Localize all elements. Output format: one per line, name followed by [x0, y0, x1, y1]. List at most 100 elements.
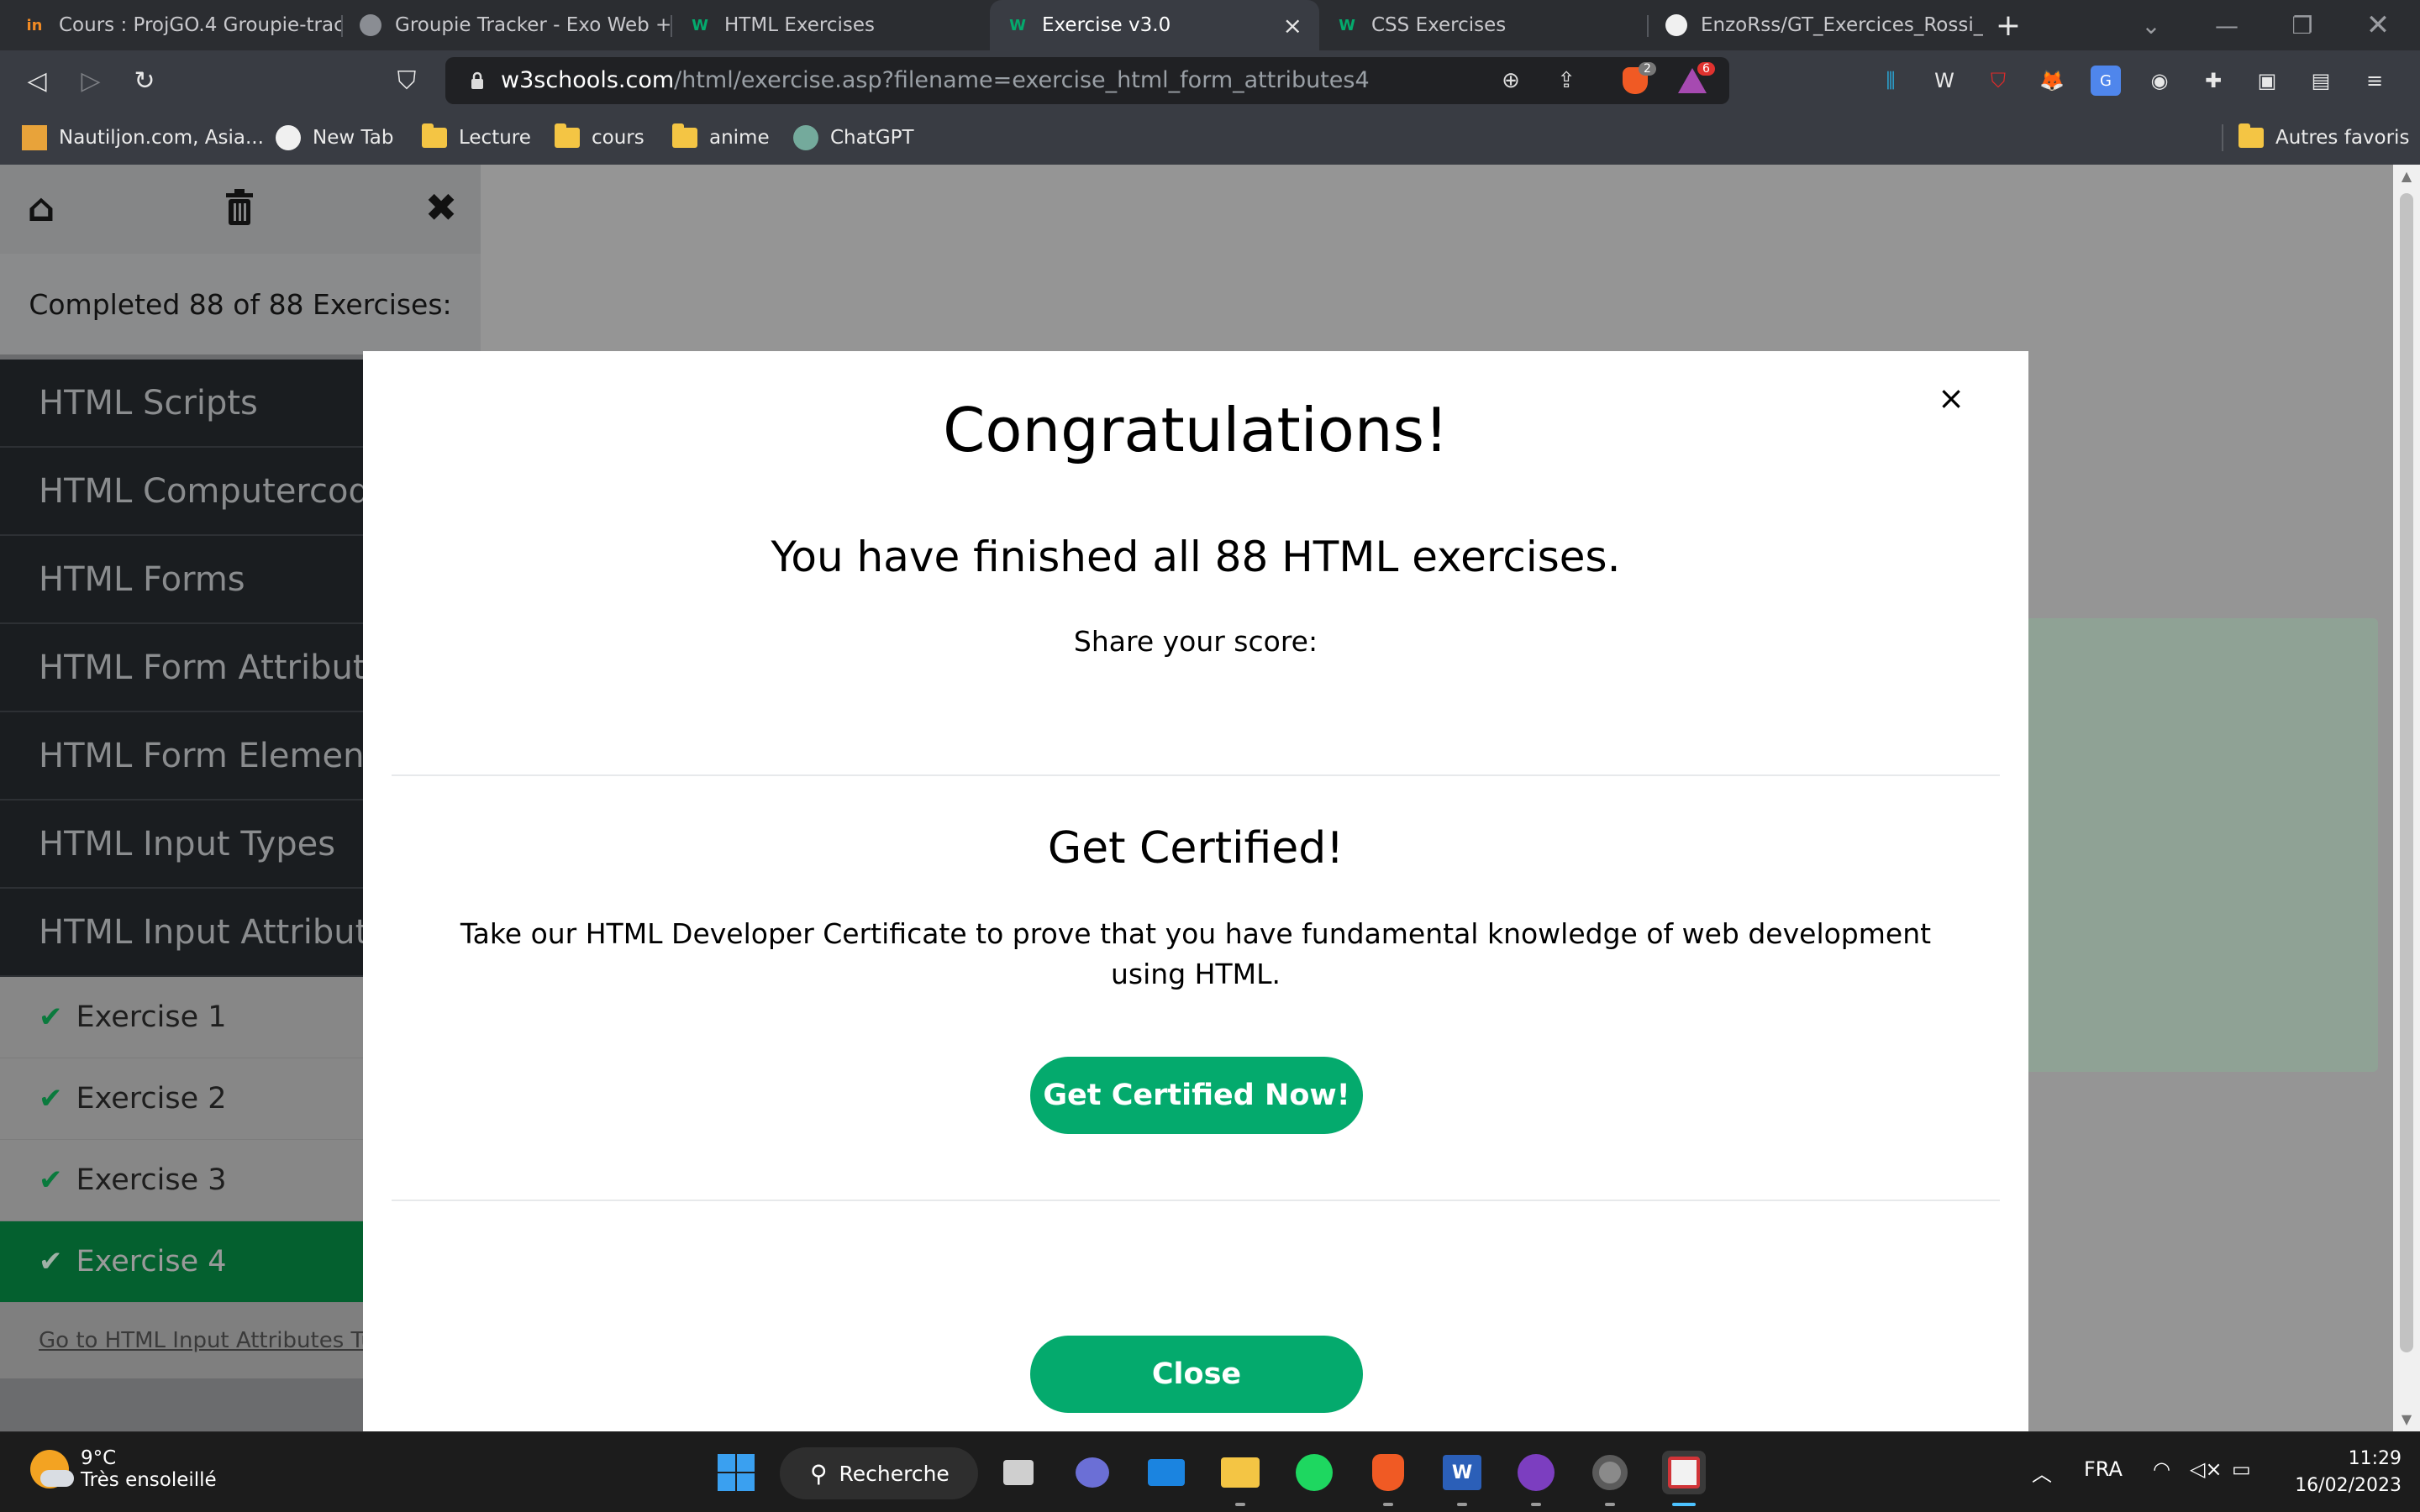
mail-icon[interactable]: [1144, 1451, 1188, 1494]
zoom-icon[interactable]: ⊕: [1496, 66, 1526, 96]
close-sidebar-icon[interactable]: ✖: [418, 185, 464, 230]
task-view-icon[interactable]: [997, 1451, 1040, 1494]
extension-bars-icon[interactable]: ⫼: [1876, 66, 1906, 96]
search-icon: ⚲: [810, 1459, 828, 1488]
modal-divider: [392, 774, 2000, 776]
settings-gear-icon[interactable]: [1588, 1451, 1632, 1494]
lock-icon: [471, 71, 483, 89]
windows-start-icon[interactable]: [714, 1451, 758, 1494]
bookmark-nautiljon[interactable]: Nautiljon.com, Asia...: [22, 123, 264, 153]
close-button[interactable]: Close: [1030, 1336, 1363, 1413]
taskbar-search[interactable]: ⚲ Recherche: [780, 1447, 978, 1499]
scroll-up-icon[interactable]: ▲: [2393, 168, 2420, 184]
running-indicator: [1235, 1503, 1245, 1506]
sidebar-toggle-icon[interactable]: ▣: [2252, 66, 2282, 96]
google-translate-icon[interactable]: G: [2091, 66, 2121, 96]
word-icon[interactable]: W: [1440, 1451, 1484, 1494]
globe-icon: [360, 14, 381, 36]
extension-eyes-icon[interactable]: ◉: [2144, 66, 2175, 96]
wallet-icon[interactable]: ▤: [2306, 66, 2336, 96]
bookmark-icon[interactable]: ⛉: [388, 62, 425, 99]
extensions-puzzle-icon[interactable]: ✚: [2198, 66, 2228, 96]
bookmark-label: cours: [592, 127, 644, 149]
battery-icon[interactable]: ▭: [2232, 1457, 2251, 1481]
bookmark-chatgpt[interactable]: ChatGPT: [793, 123, 914, 153]
check-icon: ✔: [39, 1082, 63, 1116]
folder-icon: [422, 123, 447, 148]
nautiljon-icon: [22, 125, 47, 150]
back-icon[interactable]: ◁: [18, 62, 55, 99]
new-tab-icon[interactable]: +: [1975, 0, 2042, 50]
folder-icon: [555, 123, 580, 148]
sidebar-header: ⌂ ✖: [0, 165, 481, 254]
share-score-label: Share your score:: [1073, 625, 1318, 658]
system-clock[interactable]: 11:29 16/02/2023: [2275, 1446, 2402, 1499]
teams-chat-icon[interactable]: [1071, 1451, 1114, 1494]
tray-overflow-icon[interactable]: ︿: [2032, 1457, 2052, 1487]
forward-icon[interactable]: ▷: [72, 62, 109, 99]
minimize-icon[interactable]: —: [2193, 0, 2260, 50]
certified-description: Take our HTML Developer Certificate to p…: [460, 917, 1932, 990]
snipping-tool-icon[interactable]: [1662, 1451, 1706, 1494]
browser-tab-active[interactable]: W Exercise v3.0 ×: [990, 0, 1319, 50]
browser-tab[interactable]: in Cours : ProjGO.4 Groupie-trac: [7, 0, 344, 50]
folder-icon: [2238, 123, 2264, 148]
extension-w-icon[interactable]: W: [1929, 66, 1960, 96]
bookmark-lecture[interactable]: Lecture: [422, 123, 531, 153]
bookmark-divider: [2222, 124, 2223, 151]
bookmark-label: Lecture: [459, 127, 531, 149]
share-icon[interactable]: ⇪: [1551, 66, 1581, 96]
in-logo-icon: in: [26, 16, 43, 34]
browser-tab[interactable]: Groupie Tracker - Exo Web + (: [343, 0, 671, 50]
tab-search-icon[interactable]: ⌄: [2118, 0, 2185, 50]
check-icon: ✔: [39, 1245, 63, 1278]
trash-icon[interactable]: [217, 185, 262, 230]
file-explorer-icon[interactable]: [1218, 1451, 1262, 1494]
certified-title: Get Certified!: [1047, 823, 1344, 874]
browser-tab[interactable]: W HTML Exercises: [672, 0, 992, 50]
home-icon[interactable]: ⌂: [18, 185, 64, 230]
bookmark-new-tab[interactable]: New Tab: [276, 123, 393, 153]
ublock-icon[interactable]: ⛉: [1983, 66, 2013, 96]
exercise-label: Exercise 2: [76, 1082, 227, 1116]
browser-tab[interactable]: W CSS Exercises: [1319, 0, 1647, 50]
reload-icon[interactable]: ↻: [126, 62, 163, 99]
bookmark-label: Nautiljon.com, Asia...: [59, 127, 264, 149]
language-indicator[interactable]: FRA: [2084, 1457, 2123, 1481]
bookmark-anime[interactable]: anime: [672, 123, 770, 153]
metamask-icon[interactable]: 🦊: [2037, 66, 2067, 96]
bookmark-cours[interactable]: cours: [555, 123, 644, 153]
page-scrollbar[interactable]: ▲ ▼: [2393, 165, 2420, 1431]
w3schools-icon: W: [692, 16, 708, 34]
check-icon: ✔: [39, 1163, 63, 1197]
restore-icon[interactable]: ❐: [2269, 0, 2336, 50]
github-desktop-icon[interactable]: [1514, 1451, 1558, 1494]
shields-count-badge: 2: [1639, 62, 1656, 76]
exercise-label: Exercise 3: [76, 1163, 227, 1197]
github-icon: [276, 125, 301, 150]
clock-date: 16/02/2023: [2295, 1475, 2402, 1496]
close-window-icon[interactable]: ✕: [2344, 0, 2412, 50]
scrollbar-thumb[interactable]: [2400, 193, 2413, 1352]
browser-tab[interactable]: EnzoRss/GT_Exercices_Rossi_E: [1649, 0, 1983, 50]
menu-icon[interactable]: ≡: [2360, 66, 2390, 96]
volume-muted-icon[interactable]: ◁×: [2190, 1457, 2223, 1481]
github-icon: [1665, 14, 1687, 36]
bookmark-label: anime: [709, 127, 770, 149]
weather-temperature: 9°C: [81, 1447, 117, 1469]
scroll-down-icon[interactable]: ▼: [2393, 1411, 2420, 1427]
brave-browser-icon[interactable]: [1366, 1451, 1410, 1494]
running-indicator: [1383, 1503, 1393, 1506]
close-tab-icon[interactable]: ×: [1283, 12, 1302, 39]
modal-divider: [392, 1200, 2000, 1201]
exercise-label: Exercise 4: [76, 1245, 227, 1278]
spotify-icon[interactable]: [1292, 1451, 1336, 1494]
other-bookmarks[interactable]: Autres favoris: [2238, 123, 2409, 153]
modal-title: Congratulations!: [943, 395, 1449, 465]
tab-strip: in Cours : ProjGO.4 Groupie-trac Groupie…: [0, 0, 2420, 50]
get-certified-button[interactable]: Get Certified Now!: [1030, 1057, 1363, 1134]
weather-widget[interactable]: 9°C Très ensoleillé: [30, 1447, 217, 1491]
address-bar[interactable]: w3schools.com/html/exercise.asp?filename…: [445, 57, 1729, 104]
bookmark-label: Autres favoris: [2275, 127, 2410, 149]
wifi-icon[interactable]: ◠: [2153, 1457, 2170, 1481]
